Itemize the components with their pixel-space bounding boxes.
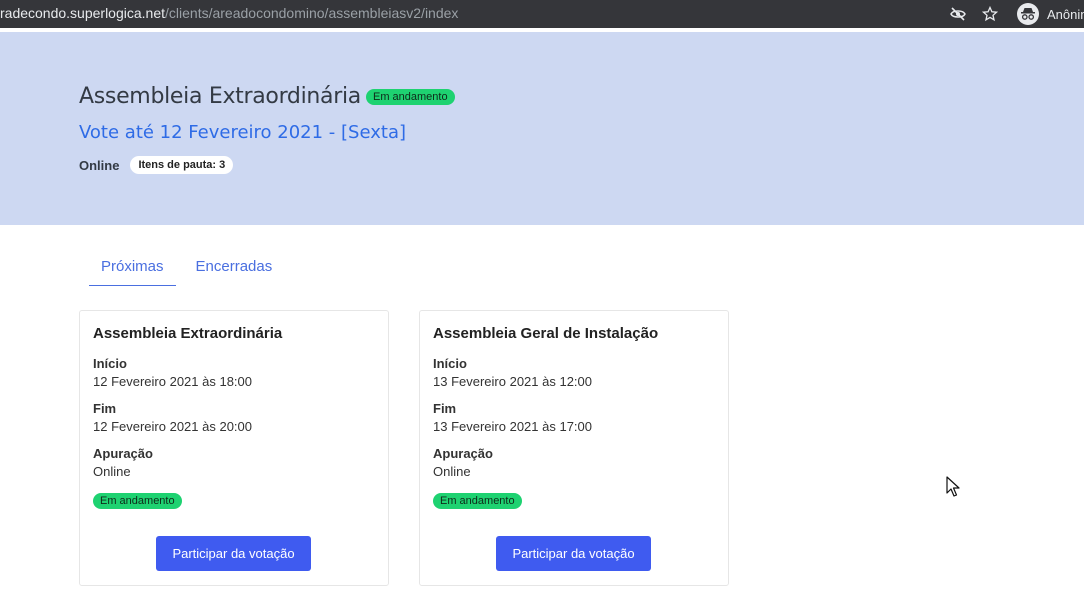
- end-value: 13 Fevereiro 2021 às 17:00: [433, 419, 592, 434]
- end-label: Fim: [433, 401, 457, 416]
- card-status-badge: Em andamento: [433, 493, 522, 509]
- assembly-card: Assembleia Geral de Instalação Início 13…: [419, 310, 729, 586]
- hero-mode: Online: [79, 157, 120, 173]
- incognito-icon: [1017, 3, 1039, 25]
- assembly-card: Assembleia Extraordinária Início 12 Feve…: [79, 310, 389, 586]
- start-value: 13 Fevereiro 2021 às 12:00: [433, 374, 592, 389]
- vote-deadline-link[interactable]: Vote até 12 Fevereiro 2021 - [Sexta]: [79, 122, 406, 143]
- participate-vote-button[interactable]: Participar da votação: [496, 536, 651, 571]
- assembly-hero: Assembleia Extraordinária Em andamento V…: [0, 32, 1084, 225]
- url-path: /clients/areadocondomino/assembleiasv2/i…: [165, 5, 459, 21]
- counting-value: Online: [433, 464, 471, 479]
- participate-vote-button[interactable]: Participar da votação: [156, 536, 311, 571]
- card-title: Assembleia Geral de Instalação: [433, 325, 659, 342]
- card-status-badge: Em andamento: [93, 493, 182, 509]
- incognito-profile[interactable]: Anônim: [1017, 3, 1084, 25]
- start-label: Início: [93, 356, 127, 371]
- bookmark-star-icon[interactable]: [980, 4, 1000, 24]
- card-title: Assembleia Extraordinária: [93, 325, 283, 342]
- hero-title: Assembleia Extraordinária: [79, 84, 361, 109]
- start-label: Início: [433, 356, 467, 371]
- tab-encerradas[interactable]: Encerradas: [184, 250, 285, 286]
- counting-label: Apuração: [93, 446, 153, 461]
- start-value: 12 Fevereiro 2021 às 18:00: [93, 374, 252, 389]
- end-value: 12 Fevereiro 2021 às 20:00: [93, 419, 252, 434]
- counting-label: Apuração: [433, 446, 493, 461]
- eye-off-icon[interactable]: [948, 4, 968, 24]
- agenda-items-badge: Itens de pauta: 3: [130, 156, 234, 174]
- profile-name: Anônim: [1047, 6, 1084, 22]
- url-host: radecondo.superlogica.net: [0, 5, 166, 21]
- tab-proximas[interactable]: Próximas: [89, 250, 176, 286]
- counting-value: Online: [93, 464, 131, 479]
- assembly-tabs: Próximas Encerradas: [89, 250, 284, 286]
- address-bar[interactable]: radecondo.superlogica.net/clients/areado…: [0, 5, 458, 21]
- end-label: Fim: [93, 401, 117, 416]
- hero-status-badge: Em andamento: [365, 88, 455, 105]
- mouse-cursor-icon: [946, 476, 960, 503]
- browser-toolbar: radecondo.superlogica.net/clients/areado…: [0, 0, 1084, 28]
